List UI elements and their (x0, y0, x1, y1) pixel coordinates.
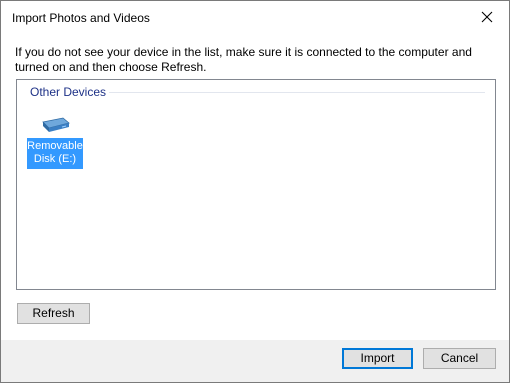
close-button[interactable] (465, 1, 509, 33)
device-label: Removable Disk (E:) (27, 138, 83, 169)
cancel-button[interactable]: Cancel (423, 348, 496, 369)
refresh-button[interactable]: Refresh (17, 303, 90, 324)
import-dialog: Import Photos and Videos If you do not s… (0, 0, 510, 383)
import-button[interactable]: Import (342, 348, 413, 369)
group-header-other-devices: Other Devices (30, 85, 107, 99)
window-title: Import Photos and Videos (12, 11, 150, 25)
title-bar[interactable]: Import Photos and Videos (1, 1, 509, 33)
device-item-removable-disk[interactable]: Removable Disk (E:) (27, 112, 83, 169)
device-list[interactable]: Other Devices Removable Disk (E:) (16, 79, 496, 290)
close-icon (481, 11, 493, 23)
instruction-text: If you do not see your device in the lis… (15, 45, 472, 74)
group-divider (109, 92, 485, 93)
dialog-content: If you do not see your device in the lis… (1, 33, 509, 340)
removable-disk-icon (42, 117, 70, 132)
dialog-footer: Import Cancel (1, 340, 509, 382)
